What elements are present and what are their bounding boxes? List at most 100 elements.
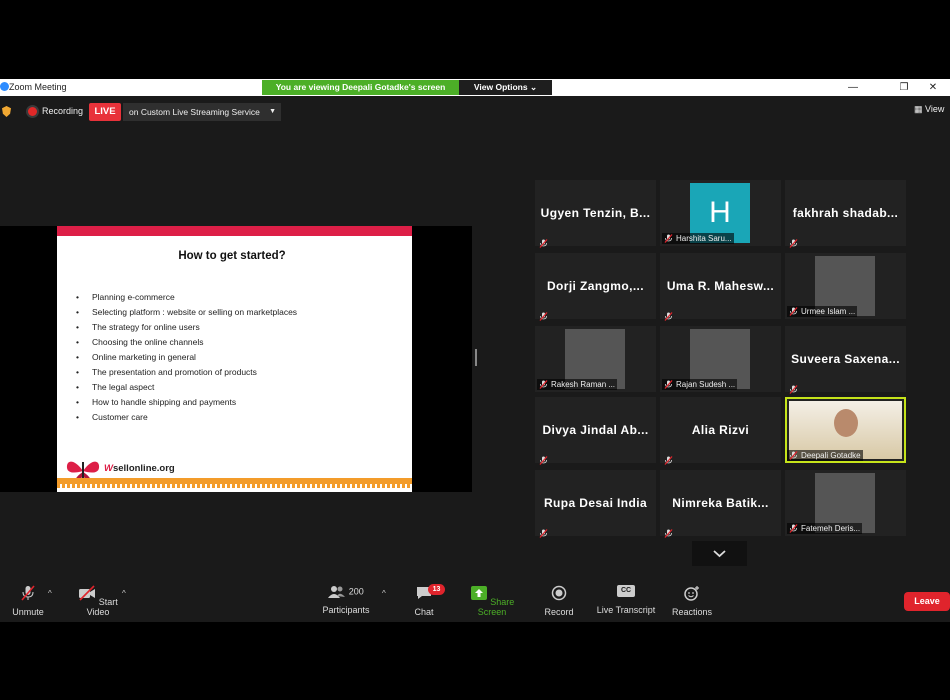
- leave-button[interactable]: Leave: [904, 592, 950, 611]
- participant-name: Divya Jindal Ab...: [542, 423, 649, 437]
- splitter-handle[interactable]: [475, 349, 477, 366]
- slide-bullet: Planning e-commerce: [72, 290, 297, 305]
- muted-mic-icon: [789, 451, 798, 460]
- participant-name-label: Rakesh Raman ...: [537, 379, 618, 390]
- close-icon[interactable]: ✕: [916, 80, 950, 95]
- participant-tile[interactable]: fakhrah shadab...: [785, 180, 906, 248]
- video-options-caret-icon[interactable]: ^: [122, 589, 126, 598]
- participants-icon: [328, 586, 346, 598]
- participant-name: fakhrah shadab...: [792, 206, 899, 220]
- participant-tile[interactable]: Uma R. Mahesw...: [660, 253, 781, 321]
- slide-top-bar: [57, 226, 412, 236]
- muted-mic-icon: [539, 380, 548, 389]
- participant-tile[interactable]: Ugyen Tenzin, B...: [535, 180, 656, 248]
- participant-name: Rajan Sudesh ...: [676, 380, 736, 389]
- live-badge: LIVE: [89, 103, 121, 121]
- participant-tile[interactable]: Nimreka Batik...: [660, 470, 781, 538]
- participant-name: Urmee Islam ...: [801, 307, 856, 316]
- live-transcript-button[interactable]: CC Live Transcript: [594, 585, 658, 615]
- view-options-button[interactable]: View Options ⌄: [459, 80, 552, 95]
- share-screen-icon: [470, 586, 487, 600]
- chat-label: Chat: [414, 607, 434, 617]
- participants-label: Participants: [322, 605, 370, 615]
- participant-name: Deepali Gotadke: [801, 451, 861, 460]
- muted-mic-icon: [664, 525, 673, 538]
- slide-bullet: Selecting platform : website or selling …: [72, 305, 297, 320]
- zoom-app-icon: [0, 82, 9, 91]
- live-stream-dropdown[interactable]: on Custom Live Streaming Service ▼: [123, 103, 281, 121]
- slide-title: How to get started?: [178, 250, 286, 262]
- slide-bullet: Online marketing in general: [72, 350, 297, 365]
- gallery-scroll-down-button[interactable]: [692, 541, 747, 566]
- slide-footer-pattern: [57, 484, 412, 488]
- participant-tile[interactable]: Rakesh Raman ...: [535, 326, 656, 392]
- closed-caption-icon: CC: [617, 585, 635, 597]
- muted-mic-icon: [539, 525, 548, 538]
- participant-tile[interactable]: Alia Rizvi: [660, 397, 781, 465]
- muted-mic-icon: [789, 524, 798, 533]
- participant-name: Nimreka Batik...: [672, 496, 769, 510]
- participant-name: Rakesh Raman ...: [551, 380, 616, 389]
- muted-mic-icon: [664, 380, 673, 389]
- participant-name-label: Rajan Sudesh ...: [662, 379, 738, 390]
- start-video-button[interactable]: Start Video: [73, 585, 123, 617]
- viewing-screen-banner: You are viewing Deepali Gotadke's screen: [262, 80, 459, 95]
- slide-bullet: Choosing the online channels: [72, 335, 297, 350]
- participant-name-label: Deepali Gotadke: [787, 450, 863, 461]
- participants-caret-icon[interactable]: ^: [382, 589, 386, 598]
- slide-bullet: The legal aspect: [72, 380, 297, 395]
- muted-mic-icon: [789, 381, 798, 394]
- muted-mic-icon: [21, 585, 35, 601]
- participant-tile[interactable]: Rajan Sudesh ...: [660, 326, 781, 392]
- participant-tile[interactable]: Dorji Zangmo,...: [535, 253, 656, 321]
- participant-tile[interactable]: Fatemeh Deris...: [785, 470, 906, 536]
- view-button[interactable]: ▦ View: [914, 104, 944, 115]
- participant-tile[interactable]: H Harshita Saru...: [660, 180, 781, 246]
- muted-mic-icon: [539, 452, 548, 465]
- participant-name: Dorji Zangmo,...: [546, 279, 645, 293]
- grid-icon: ▦: [914, 104, 923, 114]
- muted-mic-icon: [789, 235, 798, 248]
- participants-count: 200: [348, 586, 364, 597]
- reactions-button[interactable]: Reactions: [670, 585, 714, 617]
- slide-logo-text: Wsellonline.org: [104, 463, 175, 474]
- reactions-label: Reactions: [671, 607, 713, 617]
- logo-domain: sellonline.org: [112, 463, 175, 474]
- muted-mic-icon: [664, 234, 673, 243]
- participants-button[interactable]: 200 Participants: [318, 585, 374, 615]
- chat-unread-badge: 13: [428, 584, 445, 595]
- participant-tile[interactable]: Urmee Islam ...: [785, 253, 906, 319]
- live-stream-target: on Custom Live Streaming Service: [129, 107, 260, 117]
- window-title: Zoom Meeting: [9, 82, 67, 92]
- recording-icon: [28, 107, 37, 116]
- caret-down-icon: ▼: [269, 108, 276, 115]
- record-icon: [551, 585, 567, 601]
- record-button[interactable]: Record: [543, 585, 575, 617]
- view-label: View: [925, 104, 945, 114]
- slide-bullet-list: Planning e-commerce Selecting platform :…: [72, 290, 297, 425]
- slide-bullet: Customer care: [72, 410, 297, 425]
- muted-mic-icon: [664, 308, 673, 321]
- unmute-button[interactable]: Unmute: [9, 585, 47, 617]
- participant-name-label: Fatemeh Deris...: [787, 523, 863, 534]
- participant-name: Ugyen Tenzin, B...: [540, 206, 651, 220]
- participant-tile[interactable]: Divya Jindal Ab...: [535, 397, 656, 465]
- share-screen-button[interactable]: Share Screen: [463, 585, 521, 617]
- muted-mic-icon: [664, 452, 673, 465]
- participant-tile[interactable]: Rupa Desai India: [535, 470, 656, 538]
- participant-name: Fatemeh Deris...: [801, 524, 861, 533]
- recording-label: Recording: [42, 106, 84, 116]
- minimize-icon[interactable]: —: [836, 80, 870, 95]
- view-options-label: View Options: [473, 82, 528, 92]
- participant-tile[interactable]: Suveera Saxena...: [785, 326, 906, 394]
- smiley-plus-icon: [684, 586, 699, 601]
- participant-tile[interactable]: Deepali Gotadke: [785, 397, 906, 463]
- chevron-down-icon: ⌄: [529, 82, 538, 92]
- participant-name-label: Harshita Saru...: [662, 233, 734, 244]
- unmute-label: Unmute: [12, 607, 44, 617]
- participant-name: Alia Rizvi: [691, 423, 750, 437]
- chevron-down-icon: [713, 550, 726, 558]
- audio-options-caret-icon[interactable]: ^: [48, 589, 52, 598]
- muted-mic-icon: [789, 307, 798, 316]
- slide-bullet: The presentation and promotion of produc…: [72, 365, 297, 380]
